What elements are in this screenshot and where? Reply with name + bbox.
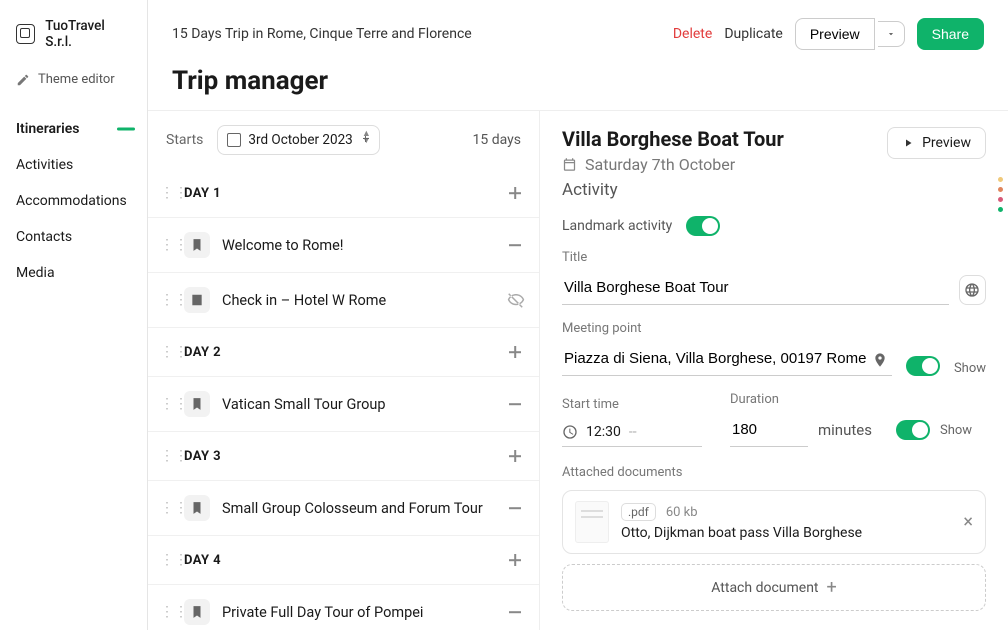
sidebar-item-accommodations[interactable]: Accommodations — [0, 183, 147, 219]
starts-label: Starts — [166, 132, 203, 148]
attach-document-button[interactable]: Attach document + — [562, 564, 986, 611]
translate-button[interactable] — [959, 275, 987, 305]
day-header: ⋮⋮ DAY 4 — [148, 536, 539, 585]
duplicate-button[interactable]: Duplicate — [724, 26, 783, 42]
title-input[interactable] — [562, 271, 949, 305]
plus-icon: + — [827, 577, 837, 598]
remove-item-button[interactable] — [505, 235, 525, 255]
page-title: Trip manager — [148, 60, 1008, 110]
remove-item-button[interactable] — [505, 394, 525, 414]
document-thumb-icon — [575, 501, 609, 543]
pencil-icon — [16, 73, 30, 87]
itinerary-item[interactable]: ⋮⋮ Private Full Day Tour of Pompei — [148, 585, 539, 630]
remove-item-button[interactable] — [505, 602, 525, 622]
meeting-point-label: Meeting point — [562, 321, 986, 336]
document-size: 60 kb — [666, 505, 698, 520]
drag-handle-icon[interactable]: ⋮⋮ — [160, 237, 172, 253]
itinerary-item[interactable]: ⋮⋮ Small Group Colosseum and Forum Tour — [148, 481, 539, 536]
calendar-icon — [562, 157, 577, 172]
show-label: Show — [940, 423, 972, 438]
document-name: Otto, Dijkman boat pass Villa Borghese — [621, 525, 973, 541]
landmark-toggle[interactable] — [686, 216, 720, 236]
clock-icon — [562, 424, 578, 440]
itinerary-item[interactable]: ⋮⋮ Check in – Hotel W Rome — [148, 273, 539, 328]
show-label: Show — [954, 361, 986, 376]
globe-icon — [964, 282, 980, 298]
duration-label: Duration — [730, 392, 972, 407]
day-header: ⋮⋮ DAY 1 — [148, 169, 539, 218]
landmark-label: Landmark activity — [562, 218, 672, 234]
drag-handle-icon[interactable]: ⋮⋮ — [160, 396, 172, 412]
remove-item-button[interactable] — [505, 498, 525, 518]
add-item-button[interactable] — [505, 183, 525, 203]
duration-input[interactable] — [730, 413, 808, 447]
add-item-button[interactable] — [505, 342, 525, 362]
meeting-point-input[interactable] — [562, 342, 892, 376]
drag-handle-icon[interactable]: ⋮⋮ — [160, 448, 172, 464]
preview-button[interactable]: Preview — [795, 18, 875, 50]
bookmark-icon — [184, 391, 210, 417]
sidebar-item-contacts[interactable]: Contacts — [0, 219, 147, 255]
itinerary-item[interactable]: ⋮⋮ Welcome to Rome! — [148, 218, 539, 273]
itinerary-item[interactable]: ⋮⋮ Vatican Small Tour Group — [148, 377, 539, 432]
delete-button[interactable]: Delete — [673, 26, 712, 42]
color-swatches — [990, 177, 1008, 212]
drag-handle-icon[interactable]: ⋮⋮ — [160, 604, 172, 620]
share-button[interactable]: Share — [917, 18, 984, 50]
drag-handle-icon[interactable]: ⋮⋮ — [160, 552, 172, 568]
drag-handle-icon[interactable]: ⋮⋮ — [160, 292, 172, 308]
bookmark-icon — [184, 232, 210, 258]
duration-unit: minutes — [818, 421, 872, 439]
stepper-icon: ▲▼ — [362, 131, 371, 145]
remove-document-button[interactable]: × — [963, 512, 973, 533]
day-header: ⋮⋮ DAY 3 — [148, 432, 539, 481]
add-item-button[interactable] — [505, 446, 525, 466]
breadcrumb[interactable]: 15 Days Trip in Rome, Cinque Terre and F… — [172, 26, 661, 42]
sidebar-item-activities[interactable]: Activities — [0, 147, 147, 183]
detail-type: Activity — [562, 180, 887, 200]
document-ext-badge: .pdf — [621, 503, 656, 521]
documents-label: Attached documents — [562, 465, 986, 480]
company-name: TuoTravel S.r.l. — [45, 18, 131, 50]
hidden-icon[interactable] — [507, 291, 525, 309]
sidebar-item-itineraries[interactable]: Itineraries — [0, 111, 147, 147]
chevron-down-icon — [886, 29, 896, 39]
start-time-label: Start time — [562, 397, 702, 412]
trip-length: 15 days — [473, 132, 521, 148]
document-card[interactable]: .pdf 60 kb Otto, Dijkman boat pass Villa… — [562, 490, 986, 554]
title-field-label: Title — [562, 250, 986, 265]
day-header: ⋮⋮ DAY 2 — [148, 328, 539, 377]
detail-preview-button[interactable]: Preview — [887, 127, 986, 159]
sidebar-item-media[interactable]: Media — [0, 255, 147, 291]
map-pin-icon[interactable] — [872, 352, 888, 368]
drag-handle-icon[interactable]: ⋮⋮ — [160, 344, 172, 360]
bookmark-icon — [184, 599, 210, 625]
start-time-input[interactable]: 12:30 -- — [562, 418, 702, 447]
add-item-button[interactable] — [505, 550, 525, 570]
theme-editor-link[interactable]: Theme editor — [0, 62, 147, 103]
detail-date: Saturday 7th October — [562, 155, 887, 174]
play-icon — [902, 137, 914, 149]
drag-handle-icon[interactable]: ⋮⋮ — [160, 185, 172, 201]
duration-toggle[interactable] — [896, 420, 930, 440]
meeting-point-toggle[interactable] — [906, 356, 940, 376]
app-logo — [16, 24, 35, 44]
drag-handle-icon[interactable]: ⋮⋮ — [160, 500, 172, 516]
detail-title: Villa Borghese Boat Tour — [562, 127, 887, 151]
hotel-icon — [184, 287, 210, 313]
start-date-picker[interactable]: 3rd October 2023 ▲▼ — [217, 125, 379, 155]
theme-editor-label: Theme editor — [38, 72, 115, 87]
bookmark-icon — [184, 495, 210, 521]
itinerary-list: ⋮⋮ DAY 1 ⋮⋮ Welcome to Rome! ⋮⋮ Check in… — [148, 169, 539, 630]
preview-dropdown[interactable] — [878, 21, 905, 47]
